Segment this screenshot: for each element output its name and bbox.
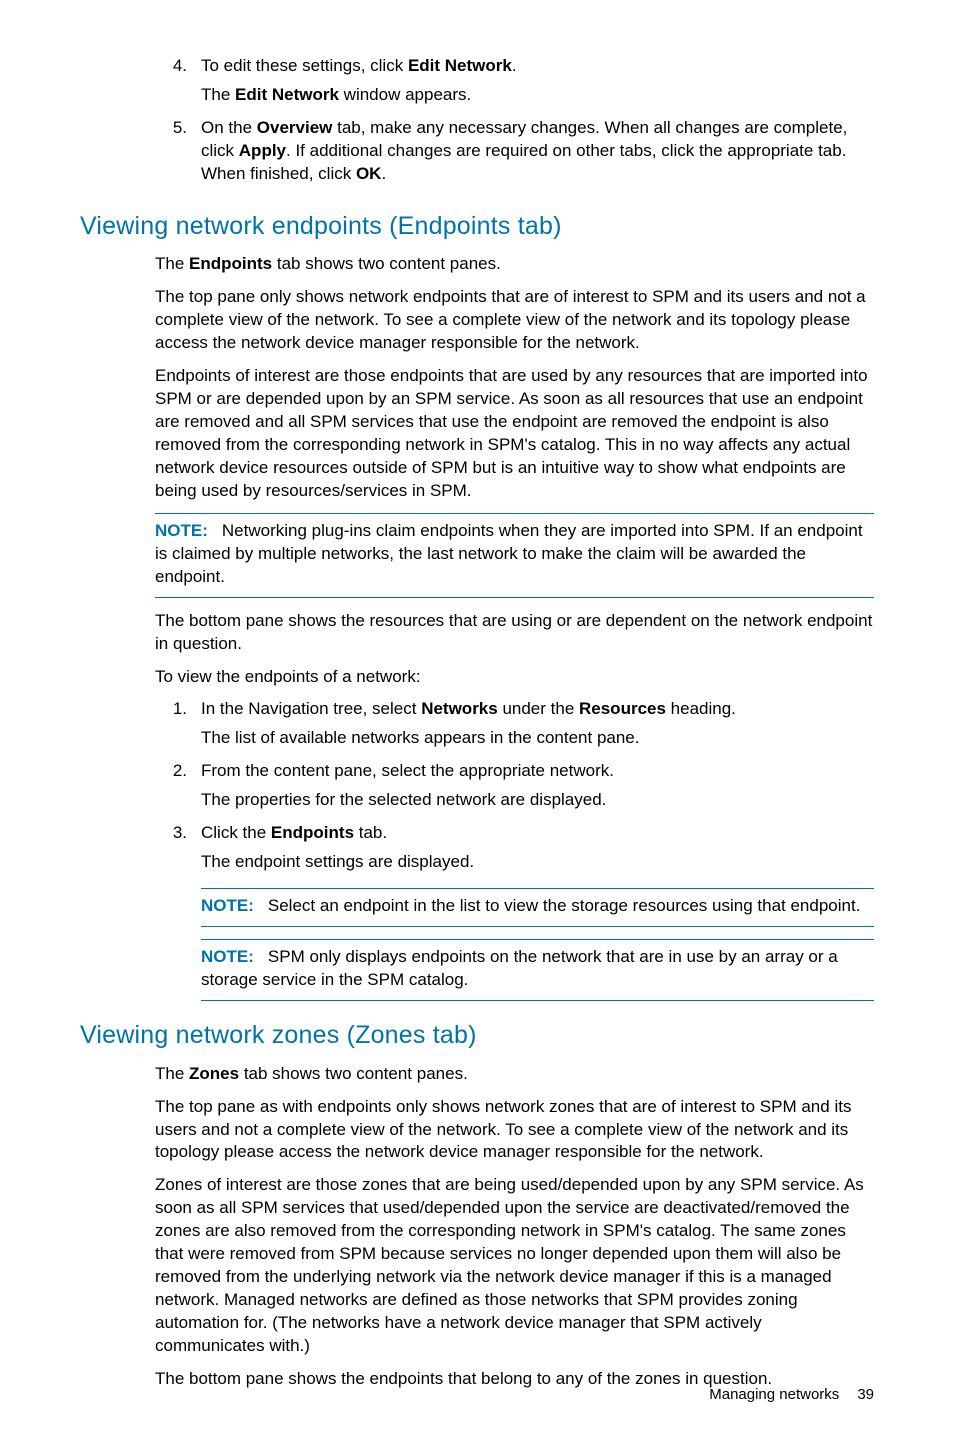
- bold-text: Endpoints: [189, 254, 272, 273]
- list-text: To edit these settings, click Edit Netwo…: [201, 55, 874, 78]
- note-box: NOTE:SPM only displays endpoints on the …: [201, 939, 874, 1001]
- text: under the: [498, 699, 579, 718]
- list-item: 2. From the content pane, select the app…: [155, 760, 874, 818]
- list-number: 4.: [155, 55, 201, 113]
- bold-text: Endpoints: [271, 823, 354, 842]
- list-text: Click the Endpoints tab.: [201, 822, 874, 845]
- paragraph: The bottom pane shows the resources that…: [155, 610, 874, 656]
- text: The: [155, 1064, 189, 1083]
- list-text: From the content pane, select the approp…: [201, 760, 874, 783]
- list-number: 5.: [155, 117, 201, 192]
- paragraph: The Zones tab shows two content panes.: [155, 1063, 874, 1086]
- list-number: 2.: [155, 760, 201, 818]
- bold-text: Overview: [257, 118, 333, 137]
- note-text: SPM only displays endpoints on the netwo…: [201, 947, 838, 989]
- page-number: 39: [857, 1386, 874, 1403]
- list-item: 1. In the Navigation tree, select Networ…: [155, 698, 874, 756]
- note-label: NOTE:: [201, 896, 254, 915]
- top-ordered-list-continued: 4. To edit these settings, click Edit Ne…: [155, 55, 874, 192]
- bold-text: Resources: [579, 699, 666, 718]
- text: Click the: [201, 823, 271, 842]
- ordered-list-steps: 1. In the Navigation tree, select Networ…: [155, 698, 874, 880]
- list-item: 4. To edit these settings, click Edit Ne…: [155, 55, 874, 113]
- list-item: 3. Click the Endpoints tab. The endpoint…: [155, 822, 874, 880]
- nested-notes: NOTE: Select an endpoint in the list to v…: [201, 888, 874, 1001]
- paragraph: Zones of interest are those zones that a…: [155, 1174, 874, 1358]
- note-box: NOTE: Select an endpoint in the list to v…: [201, 888, 874, 927]
- list-number: 1.: [155, 698, 201, 756]
- bold-text: Networks: [421, 699, 498, 718]
- text: The: [201, 85, 235, 104]
- bold-text: Edit Network: [235, 85, 339, 104]
- list-text: The Edit Network window appears.: [201, 84, 874, 107]
- list-text: In the Navigation tree, select Networks …: [201, 698, 874, 721]
- bold-text: Edit Network: [408, 56, 512, 75]
- document-page: 4. To edit these settings, click Edit Ne…: [0, 0, 954, 1441]
- text: The: [155, 254, 189, 273]
- paragraph: The Endpoints tab shows two content pane…: [155, 253, 874, 276]
- text: tab shows two content panes.: [272, 254, 501, 273]
- list-text: The properties for the selected network …: [201, 789, 874, 812]
- text: To edit these settings, click: [201, 56, 408, 75]
- section-heading-zones: Viewing network zones (Zones tab): [80, 1019, 874, 1053]
- list-text: On the Overview tab, make any necessary …: [201, 117, 874, 186]
- paragraph: Endpoints of interest are those endpoint…: [155, 365, 874, 503]
- footer-text: Managing networks: [709, 1386, 839, 1403]
- bold-text: OK: [356, 164, 382, 183]
- note-label: NOTE:: [201, 947, 254, 966]
- text: .: [381, 164, 386, 183]
- text: On the: [201, 118, 257, 137]
- note-box: NOTE:Networking plug-ins claim endpoints…: [155, 513, 874, 598]
- list-text: The list of available networks appears i…: [201, 727, 874, 750]
- section-body: The Zones tab shows two content panes. T…: [155, 1063, 874, 1391]
- bold-text: Apply: [239, 141, 286, 160]
- text: heading.: [666, 699, 736, 718]
- text: tab shows two content panes.: [239, 1064, 468, 1083]
- list-item: 5. On the Overview tab, make any necessa…: [155, 117, 874, 192]
- paragraph: The top pane only shows network endpoint…: [155, 286, 874, 355]
- list-text: The endpoint settings are displayed.: [201, 851, 874, 874]
- note-text: Select an endpoint in the list to view t…: [268, 896, 861, 915]
- text: . If additional changes are required on …: [201, 141, 846, 183]
- text: In the Navigation tree, select: [201, 699, 421, 718]
- section-body: The Endpoints tab shows two content pane…: [155, 253, 874, 1000]
- page-footer: Managing networks 39: [709, 1385, 874, 1405]
- paragraph: To view the endpoints of a network:: [155, 666, 874, 689]
- paragraph: The top pane as with endpoints only show…: [155, 1096, 874, 1165]
- text: window appears.: [339, 85, 471, 104]
- note-text: Networking plug-ins claim endpoints when…: [155, 521, 863, 586]
- text: .: [512, 56, 517, 75]
- list-number: 3.: [155, 822, 201, 880]
- bold-text: Zones: [189, 1064, 239, 1083]
- section-heading-endpoints: Viewing network endpoints (Endpoints tab…: [80, 210, 874, 244]
- note-label: NOTE:: [155, 521, 208, 540]
- text: tab.: [354, 823, 387, 842]
